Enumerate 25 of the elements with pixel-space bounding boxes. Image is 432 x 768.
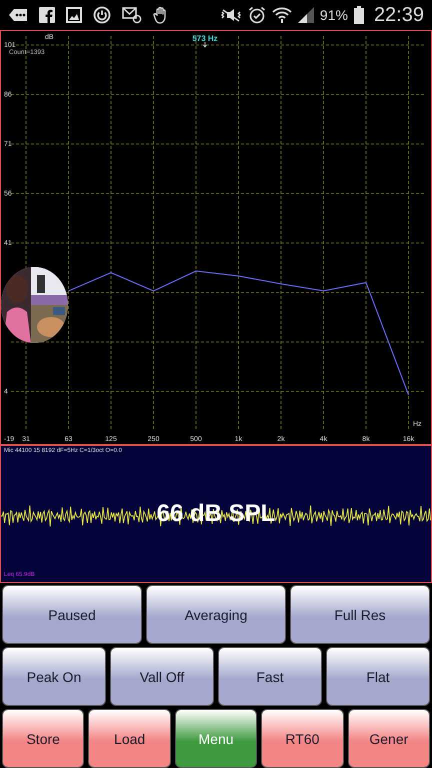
battery-icon: [354, 6, 364, 24]
control-button[interactable]: Vall Off: [110, 647, 214, 706]
wifi-icon: [272, 6, 292, 24]
power-icon: [93, 6, 111, 24]
control-button[interactable]: Gener: [348, 709, 430, 768]
mute-icon: [220, 6, 242, 24]
control-button[interactable]: Flat: [326, 647, 430, 706]
battery-percent: 91%: [320, 7, 348, 23]
alarm-icon: [248, 6, 266, 24]
image-icon: [66, 7, 82, 23]
clock: 22:39: [374, 4, 424, 26]
message-icon: [8, 7, 28, 23]
control-button[interactable]: Paused: [2, 585, 142, 644]
control-button[interactable]: Peak On: [2, 647, 106, 706]
control-button[interactable]: RT60: [261, 709, 344, 768]
signal-icon: [298, 7, 314, 23]
control-button[interactable]: Full Res: [290, 585, 430, 644]
control-button[interactable]: Load: [88, 709, 171, 768]
peak-frequency: 573 Hz: [192, 34, 218, 43]
facebook-icon: [39, 7, 55, 23]
control-button[interactable]: Store: [2, 709, 84, 768]
mail-icon: [122, 6, 142, 24]
control-button[interactable]: Fast: [218, 647, 322, 706]
marker-arrow-icon: [203, 42, 207, 48]
control-button[interactable]: Averaging: [146, 585, 286, 644]
